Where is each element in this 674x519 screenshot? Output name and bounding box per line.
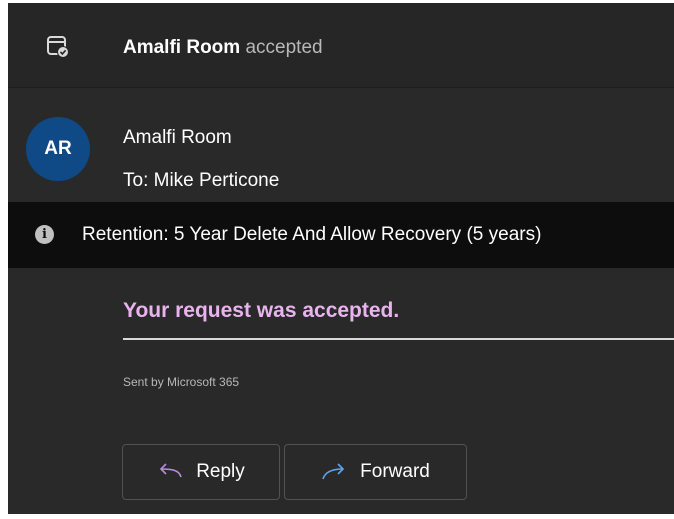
info-icon: i: [35, 225, 54, 244]
retention-text: Retention: 5 Year Delete And Allow Recov…: [82, 224, 542, 245]
calendar-check-icon: [46, 35, 70, 59]
reading-pane: Amalfi Room accepted AR Amalfi Room To: …: [8, 3, 674, 514]
forward-button[interactable]: Forward: [284, 444, 467, 500]
subject-title: Amalfi Room: [123, 37, 241, 58]
forward-label: Forward: [360, 461, 430, 482]
forward-arrow-icon: [321, 463, 347, 481]
retention-banner: i Retention: 5 Year Delete And Allow Rec…: [8, 202, 674, 268]
reply-arrow-icon: [157, 463, 183, 481]
accepted-message-title: Your request was accepted.: [123, 299, 400, 322]
sender-name[interactable]: Amalfi Room: [123, 127, 232, 149]
reply-button[interactable]: Reply: [122, 444, 280, 500]
avatar[interactable]: AR: [26, 117, 90, 181]
reply-label: Reply: [196, 461, 245, 482]
message-subject: Amalfi Room accepted: [123, 37, 323, 59]
recipient-line: To: Mike Perticone: [123, 170, 280, 191]
subject-status: accepted: [240, 37, 323, 58]
sent-by-note: Sent by Microsoft 365: [123, 375, 240, 389]
message-header: Amalfi Room accepted: [8, 3, 674, 88]
divider: [123, 338, 674, 340]
